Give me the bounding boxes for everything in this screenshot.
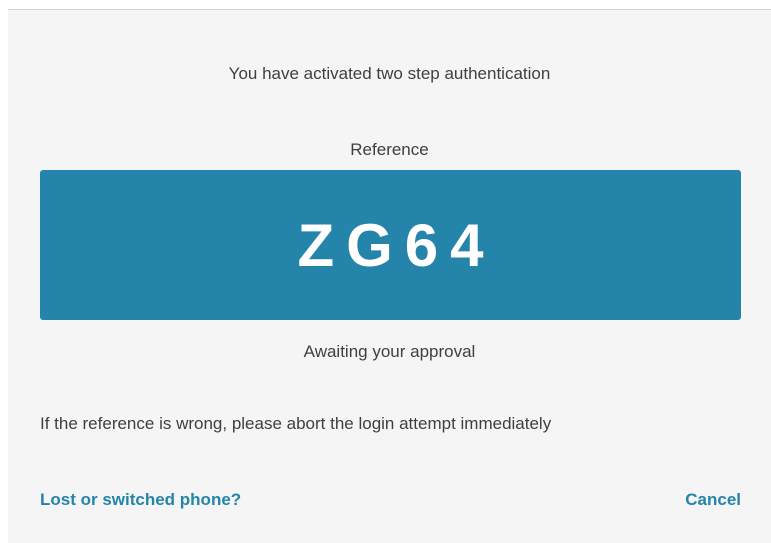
abort-warning: If the reference is wrong, please abort … [40,414,552,433]
reference-label: Reference [350,140,429,159]
two-step-auth-panel: You have activated two step authenticati… [8,9,771,543]
dialog-heading: You have activated two step authenticati… [228,64,551,83]
reference-code-box: ZG64 [40,170,741,320]
cancel-link[interactable]: Cancel [685,488,741,512]
approval-status: Awaiting your approval [303,342,476,361]
lost-phone-link[interactable]: Lost or switched phone? [40,488,241,512]
reference-code: ZG64 [297,211,496,279]
